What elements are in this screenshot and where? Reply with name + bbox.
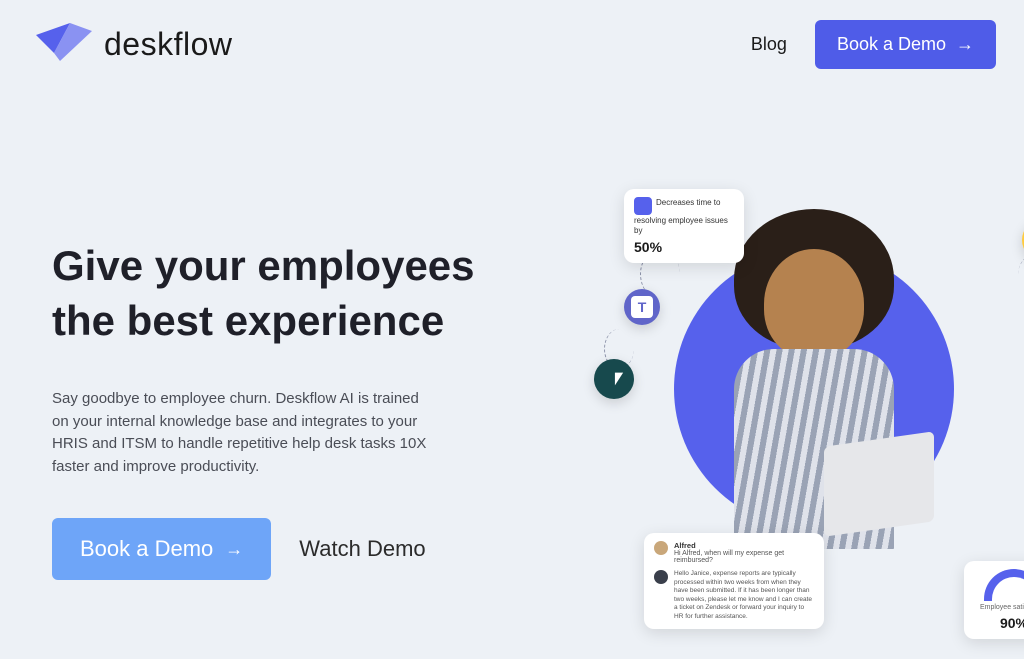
hero-content: Give your employees the best experience … — [52, 239, 482, 580]
hero-section: Give your employees the best experience … — [0, 89, 1024, 580]
watch-demo-link[interactable]: Watch Demo — [299, 536, 425, 562]
zendesk-icon — [594, 359, 634, 399]
cta-label: Book a Demo — [80, 536, 213, 562]
stat-value: 90% — [974, 615, 1024, 631]
stat-card-resolve-time: Decreases time to resolving employee iss… — [624, 189, 744, 263]
arrow-right-icon: → — [956, 34, 974, 55]
arrow-right-icon: → — [225, 539, 243, 560]
hero-title: Give your employees the best experience — [52, 239, 482, 348]
book-demo-button-header[interactable]: Book a Demo → — [815, 20, 996, 69]
top-nav: Blog Book a Demo → — [751, 20, 996, 69]
stat-card-satisfaction: Employee satisfaction 90% — [964, 561, 1024, 639]
hero-illustration: T ጢ Decreases time to resolving employee… — [594, 199, 1024, 659]
brand-logo[interactable]: deskflow — [36, 23, 233, 67]
gauge-icon — [984, 569, 1024, 601]
hero-description: Say goodbye to employee churn. Deskflow … — [52, 388, 432, 478]
stat-value: 50% — [634, 239, 734, 255]
brand-text: deskflow — [104, 26, 233, 63]
site-header: deskflow Blog Book a Demo → — [0, 0, 1024, 89]
cta-label: Book a Demo — [837, 34, 946, 55]
logo-icon — [36, 23, 92, 67]
chat-card: Alfred Hi Alfred, when will my expense g… — [644, 533, 824, 629]
book-demo-button-hero[interactable]: Book a Demo → — [52, 518, 271, 580]
blog-link[interactable]: Blog — [751, 34, 787, 55]
teams-icon: T — [624, 289, 660, 325]
avatar — [654, 570, 668, 584]
clock-icon — [634, 197, 652, 215]
laptop-icon — [824, 431, 934, 536]
person-illustration — [694, 209, 934, 569]
connector-line — [1018, 255, 1024, 295]
avatar — [654, 541, 668, 555]
hero-actions: Book a Demo → Watch Demo — [52, 518, 482, 580]
